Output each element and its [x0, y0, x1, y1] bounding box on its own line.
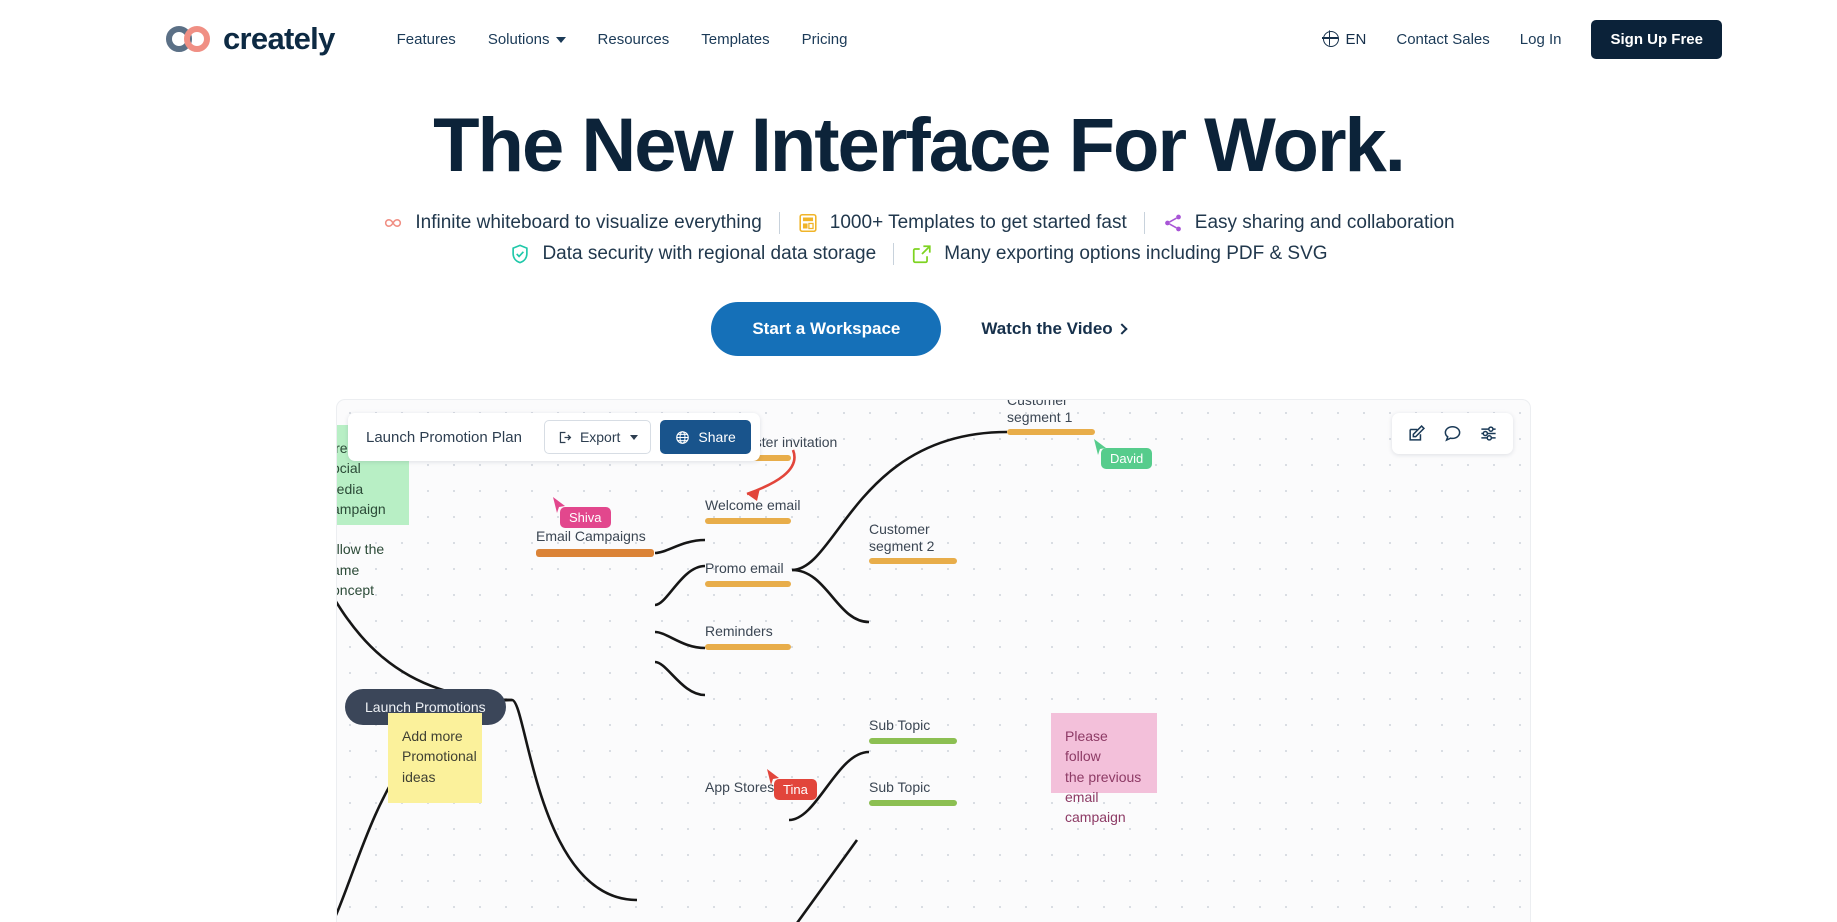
language-selector[interactable]: EN [1321, 30, 1367, 48]
nav-item-templates[interactable]: Templates [701, 31, 769, 48]
node-sub-topic-1[interactable]: Sub Topic [869, 717, 957, 744]
node-label: Customer segment 1 [1007, 400, 1073, 425]
external-link-icon [913, 245, 931, 263]
cursor-label-david: David [1101, 448, 1153, 469]
node-label: Promo email [705, 560, 784, 576]
page-title: The New Interface For Work. [433, 103, 1406, 188]
nav-item-pricing[interactable]: Pricing [802, 31, 848, 48]
feature-label: 1000+ Templates to get started fast [829, 211, 1127, 233]
node-bar [705, 643, 791, 650]
hero-feature-list: Infinite whiteboard to visualize everyth… [0, 211, 1837, 265]
site-header: creately Features Solutions Resources Te… [0, 0, 1837, 78]
document-title[interactable]: Launch Promotion Plan [348, 423, 544, 452]
feature-row-2: Data security with regional data storage… [0, 242, 1837, 265]
node-label: App Stores [705, 779, 775, 795]
settings-sliders-icon[interactable] [1479, 424, 1498, 443]
sticky-note-previous-campaign[interactable]: Please follow the previous email campaig… [1051, 713, 1157, 825]
node-bar [869, 799, 957, 806]
shield-check-icon [512, 244, 529, 264]
nav-label: Pricing [801, 30, 848, 48]
mindmap-connectors [337, 430, 1008, 922]
export-label: Export [579, 429, 621, 445]
feature-label: Many exporting options including PDF & S… [944, 242, 1328, 264]
node-label: Sub Topic [869, 717, 931, 733]
chevron-down-icon [555, 37, 566, 43]
node-app-stores[interactable]: App Stores [705, 779, 774, 800]
nav-item-features[interactable]: Features [397, 31, 456, 48]
cursor-label-shiva: Shiva [560, 507, 611, 528]
templates-icon [799, 213, 817, 232]
infinity-icon [385, 218, 402, 227]
node-customer-segment-1[interactable]: Customer segment 1 [1007, 400, 1095, 436]
nav-item-solutions[interactable]: Solutions [488, 31, 566, 48]
node-promo-email[interactable]: Promo email [705, 560, 791, 587]
nav-label: Templates [701, 30, 770, 48]
feature-infinite-whiteboard: Infinite whiteboard to visualize everyth… [365, 212, 778, 234]
export-button[interactable]: Export [543, 420, 652, 454]
node-reminders[interactable]: Reminders [705, 623, 791, 650]
whiteboard-canvas-preview[interactable]: Launch Promotion Plan Export Share Custo… [337, 400, 1530, 922]
canvas-tool-icons [1392, 413, 1513, 454]
feature-label: Data security with regional data storage [542, 242, 877, 264]
node-bar [705, 580, 791, 587]
feature-label: Infinite whiteboard to visualize everyth… [415, 211, 762, 233]
brand-name: creately [223, 21, 335, 56]
node-sub-topic-2[interactable]: Sub Topic [869, 779, 957, 806]
start-workspace-button[interactable]: Start a Workspace [711, 301, 942, 356]
watch-video-label: Watch the Video [981, 318, 1113, 338]
node-label: Reminders [705, 623, 773, 639]
sign-up-free-button[interactable]: Sign Up Free [1591, 19, 1722, 59]
sticky-note-promotional-ideas[interactable]: Add more Promotional ideas [388, 713, 482, 803]
feature-templates: 1000+ Templates to get started fast [780, 212, 1144, 234]
main-nav: Features Solutions Resources Templates P… [397, 31, 848, 48]
node-bar [705, 517, 791, 524]
node-customer-segment-2[interactable]: Customer segment 2 [869, 521, 957, 565]
share-nodes-icon [1164, 214, 1181, 232]
feature-row-1: Infinite whiteboard to visualize everyth… [0, 211, 1837, 234]
edit-icon[interactable] [1407, 424, 1426, 443]
node-label: Customer segment 2 [869, 521, 935, 554]
node-bar [869, 737, 957, 744]
share-label: Share [698, 429, 736, 445]
log-in-link[interactable]: Log In [1520, 31, 1562, 48]
globe-icon [676, 430, 690, 444]
comment-icon[interactable] [1443, 424, 1462, 443]
node-label: Sub Topic [869, 779, 931, 795]
contact-sales-link[interactable]: Contact Sales [1396, 31, 1489, 48]
hero-section: The New Interface For Work. Infinite whi… [0, 78, 1837, 356]
brand-logo[interactable]: creately [166, 21, 335, 57]
node-email-campaigns[interactable]: Email Campaigns [536, 528, 654, 557]
export-icon [559, 431, 572, 443]
share-button[interactable]: Share [660, 420, 751, 454]
feature-label: Easy sharing and collaboration [1194, 211, 1455, 233]
chevron-right-icon [1115, 323, 1128, 335]
header-actions: EN Contact Sales Log In Sign Up Free [1321, 19, 1722, 59]
watch-video-link[interactable]: Watch the Video [981, 318, 1128, 339]
node-bar [869, 558, 957, 565]
nav-label: Solutions [487, 30, 550, 48]
nav-item-resources[interactable]: Resources [598, 31, 670, 48]
chevron-down-icon [630, 434, 639, 440]
infinity-rings-logo-icon [166, 26, 214, 52]
node-label: Email Campaigns [536, 528, 646, 544]
feature-exporting: Many exporting options including PDF & S… [894, 243, 1344, 265]
nav-label: Features [396, 30, 456, 48]
cta-row: Start a Workspace Watch the Video [0, 301, 1837, 356]
cursor-label-tina: Tina [774, 779, 817, 800]
nav-label: Resources [597, 30, 670, 48]
language-label: EN [1345, 30, 1367, 48]
node-bar [536, 548, 654, 557]
feature-data-security: Data security with regional data storage [492, 243, 893, 265]
feature-sharing: Easy sharing and collaboration [1145, 212, 1472, 234]
canvas-toolbar: Launch Promotion Plan Export Share [348, 413, 760, 461]
node-bar [1007, 429, 1095, 436]
globe-icon [1321, 30, 1339, 47]
